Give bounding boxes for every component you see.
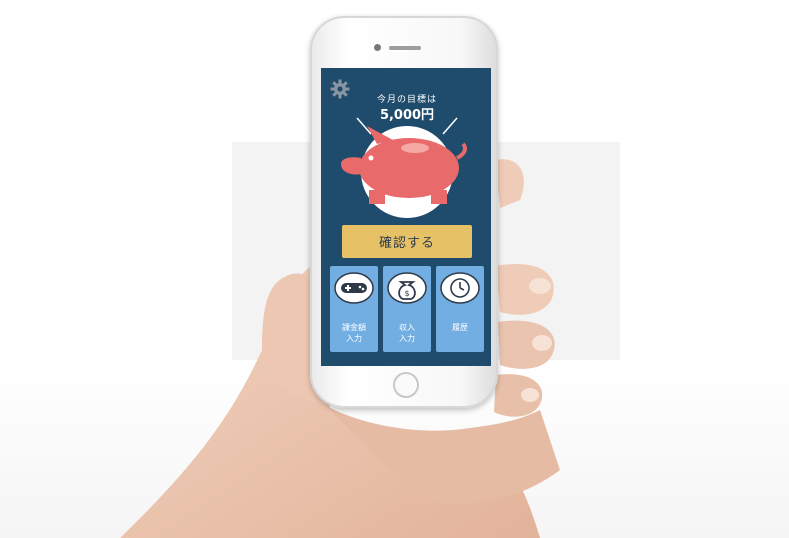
speaker-grille <box>389 46 421 50</box>
menu-item-label: 収入 入力 <box>399 323 415 343</box>
menu-item-history[interactable]: 履歴 <box>436 266 484 352</box>
photo-scene: 今月の目標は 5,000円 確認する 課金額 入力 $ 収入 入力 履歴 <box>0 0 789 538</box>
menu-grid: 課金額 入力 $ 収入 入力 履歴 <box>330 266 484 352</box>
piggy-bank-icon <box>341 117 467 218</box>
menu-item-label: 課金額 入力 <box>342 323 366 343</box>
confirm-button[interactable]: 確認する <box>342 225 472 258</box>
menu-item-income-input[interactable]: $ 収入 入力 <box>383 266 431 352</box>
smartphone: 今月の目標は 5,000円 確認する 課金額 入力 $ 収入 入力 履歴 <box>310 16 498 408</box>
menu-item-label: 履歴 <box>452 323 468 332</box>
money-bag-icon: $ <box>387 272 427 304</box>
menu-item-charge-input[interactable]: 課金額 入力 <box>330 266 378 352</box>
home-button[interactable] <box>393 372 419 398</box>
front-camera <box>374 44 381 51</box>
clock-icon <box>440 272 480 304</box>
gear-icon[interactable] <box>330 79 350 99</box>
app-screen: 今月の目標は 5,000円 確認する 課金額 入力 $ 収入 入力 履歴 <box>321 68 491 366</box>
gamepad-icon <box>334 272 374 304</box>
svg-text:$: $ <box>404 289 409 298</box>
